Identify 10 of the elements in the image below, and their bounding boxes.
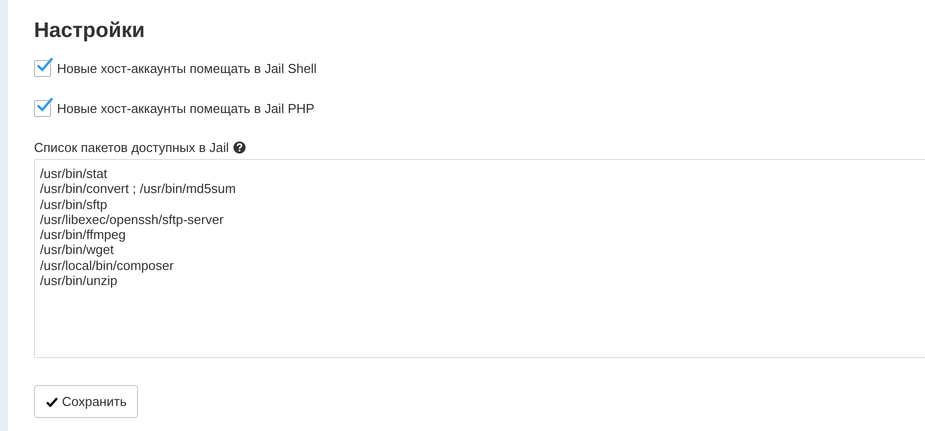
help-icon[interactable] bbox=[232, 141, 246, 154]
packages-field[interactable]: /usr/bin/stat /usr/bin/convert ; /usr/bin/md5sum /usr/bin/sftp /usr/libexec/openssh/sftp-server /usr/bin/ffmpeg /usr/bin/wget /usr/local/bin/composer /usr/bin/unzip bbox=[34, 159, 925, 358]
field-label: Список пакетов доступных в Jail bbox=[34, 140, 229, 155]
checkbox-label: Новые хост-аккаунты помещать в Jail Shell bbox=[57, 60, 317, 76]
checkbox[interactable] bbox=[34, 100, 51, 116]
page-title: Настройки bbox=[34, 18, 146, 44]
check-icon bbox=[46, 396, 58, 406]
save-button[interactable]: Сохранить bbox=[34, 385, 138, 418]
checkbox[interactable] bbox=[34, 60, 51, 76]
checkbox-label: Новые хост-аккаунты помещать в Jail PHP bbox=[57, 100, 314, 116]
